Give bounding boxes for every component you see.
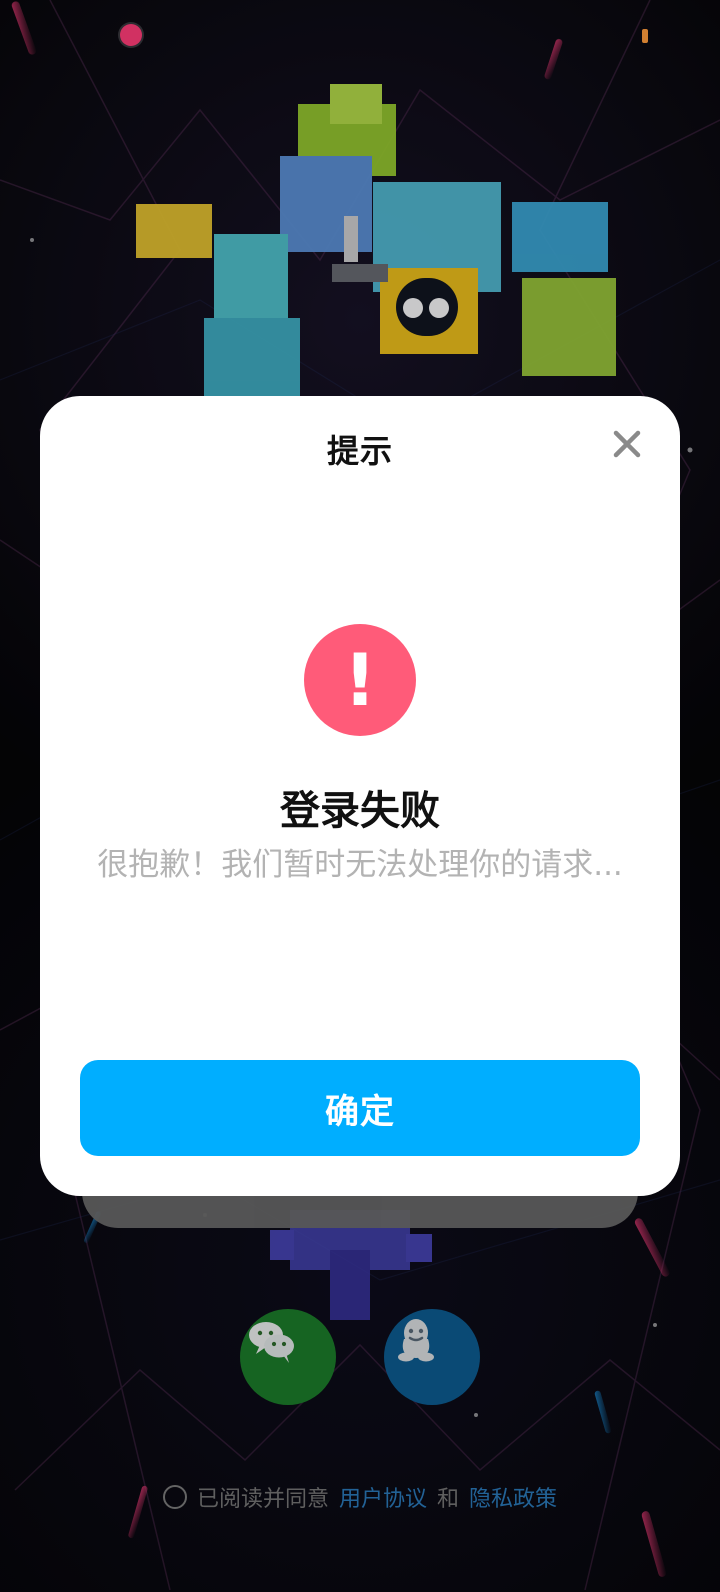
close-icon — [613, 430, 641, 458]
confirm-button[interactable]: 确定 — [80, 1060, 640, 1156]
alert-icon: ! — [304, 624, 416, 736]
alert-mark: ! — [343, 638, 377, 722]
dialog-heading: 登录失败 — [280, 788, 440, 834]
close-button[interactable] — [607, 424, 647, 464]
dialog-message: 很抱歉！我们暂时无法处理你的请求... — [97, 847, 623, 883]
dialog-title: 提示 — [326, 432, 393, 470]
login-failed-dialog: 提示 ! 登录失败 很抱歉！我们暂时无法处理你的请求... 确定 — [40, 396, 680, 1196]
